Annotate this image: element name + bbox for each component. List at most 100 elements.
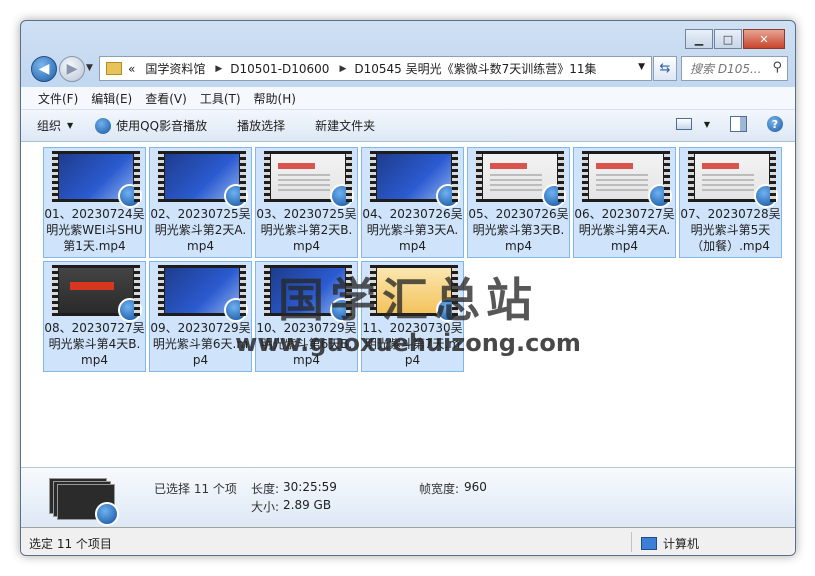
- forward-button[interactable]: ▶: [59, 56, 85, 82]
- menu-edit[interactable]: 编辑(E): [91, 90, 132, 107]
- qq-player-icon: [224, 184, 248, 208]
- frame-width-label: 帧宽度:: [419, 482, 460, 496]
- qq-player-icon: [648, 184, 672, 208]
- qq-player-icon: [330, 184, 354, 208]
- file-tile[interactable]: 07、20230728吴明光紫斗第5天（加餐）.mp4: [679, 147, 782, 258]
- qq-player-icon: [542, 184, 566, 208]
- file-name: 11、20230730吴明光紫斗第7天.mp4: [362, 321, 463, 367]
- menu-help[interactable]: 帮助(H): [254, 90, 296, 107]
- file-tile[interactable]: 08、20230727吴明光紫斗第4天B.mp4: [43, 261, 146, 372]
- change-view-icon[interactable]: [675, 118, 692, 130]
- qq-player-icon: [224, 298, 248, 322]
- file-tile[interactable]: 10、20230729吴明光紫斗第6天B.mp4: [255, 261, 358, 372]
- breadcrumb-item[interactable]: D10501-D10600: [230, 62, 329, 76]
- command-bar: 组织 ▼ 使用QQ影音播放 播放选择 新建文件夹 ▼ ?: [21, 110, 795, 142]
- chevron-down-icon[interactable]: ▼: [704, 120, 710, 129]
- length-value: 30:25:59: [283, 480, 337, 494]
- refresh-button[interactable]: ⇆: [653, 56, 677, 81]
- maximize-button[interactable]: □: [714, 29, 742, 49]
- computer-icon: [641, 537, 657, 550]
- qq-player-icon: [436, 298, 460, 322]
- menu-bar: 文件(F) 编辑(E) 查看(V) 工具(T) 帮助(H): [21, 87, 795, 110]
- selection-count: 已选择 11 个项: [154, 482, 237, 496]
- file-name: 08、20230727吴明光紫斗第4天B.mp4: [44, 321, 145, 367]
- minimize-button[interactable]: ▁: [685, 29, 713, 49]
- help-icon[interactable]: ?: [767, 116, 783, 132]
- file-tile[interactable]: 09、20230729吴明光紫斗第6天.mp4: [149, 261, 252, 372]
- qq-player-icon: [436, 184, 460, 208]
- navigation-bar: ◀ ▶ ▼ « 国学资料馆 ▶ D10501-D10600 ▶ D10545 吴…: [31, 55, 788, 83]
- play-selection-label: 播放选择: [237, 119, 286, 133]
- video-thumbnail: [52, 265, 142, 322]
- file-tile[interactable]: 04、20230726吴明光紫斗第3天A.mp4: [361, 147, 464, 258]
- file-name: 07、20230728吴明光紫斗第5天（加餐）.mp4: [680, 207, 781, 253]
- new-folder-button[interactable]: 新建文件夹: [315, 117, 375, 134]
- menu-tools[interactable]: 工具(T): [200, 90, 241, 107]
- video-thumbnail: [264, 265, 354, 322]
- new-folder-label: 新建文件夹: [315, 119, 376, 133]
- menu-file[interactable]: 文件(F): [38, 90, 78, 107]
- file-name: 06、20230727吴明光紫斗第4天A.mp4: [574, 207, 675, 253]
- organize-button[interactable]: 组织 ▼: [37, 117, 73, 134]
- qq-player-icon: [118, 184, 142, 208]
- folder-icon: [106, 62, 122, 75]
- qq-player-icon: [754, 184, 778, 208]
- file-name: 05、20230726吴明光紫斗第3天B.mp4: [468, 207, 569, 253]
- file-name: 04、20230726吴明光紫斗第3天A.mp4: [362, 207, 463, 253]
- file-tile[interactable]: 03、20230725吴明光紫斗第2天B.mp4: [255, 147, 358, 258]
- frame-width-value: 960: [464, 480, 487, 494]
- file-name: 01、20230724吴明光紫WEI斗SHU第1天.mp4: [44, 207, 145, 253]
- organize-label: 组织: [37, 119, 62, 133]
- menu-view[interactable]: 查看(V): [145, 90, 187, 107]
- file-tile[interactable]: 01、20230724吴明光紫WEI斗SHU第1天.mp4: [43, 147, 146, 258]
- chevron-down-icon[interactable]: ▼: [638, 62, 645, 72]
- search-box[interactable]: ⚲: [681, 56, 788, 81]
- status-computer-label: 计算机: [663, 537, 700, 551]
- breadcrumb-overflow[interactable]: «: [128, 62, 135, 76]
- address-bar[interactable]: « 国学资料馆 ▶ D10501-D10600 ▶ D10545 吴明光《紫微斗…: [99, 56, 652, 81]
- file-tile[interactable]: 06、20230727吴明光紫斗第4天A.mp4: [573, 147, 676, 258]
- video-thumbnail: [370, 151, 460, 208]
- play-selection-button[interactable]: 播放选择: [237, 117, 285, 134]
- video-thumbnail: [476, 151, 566, 208]
- status-divider: [631, 532, 632, 552]
- video-thumbnail: [688, 151, 778, 208]
- search-input[interactable]: [688, 60, 768, 77]
- breadcrumb-separator-icon[interactable]: ▶: [339, 64, 346, 74]
- file-tile[interactable]: 11、20230730吴明光紫斗第7天.mp4: [361, 261, 464, 372]
- file-name: 10、20230729吴明光紫斗第6天B.mp4: [256, 321, 357, 367]
- details-pane: 已选择 11 个项 长度: 30:25:59 大小: 2.89 GB 帧宽度: …: [21, 467, 795, 528]
- toolbar-right: ▼ ?: [675, 116, 783, 132]
- qq-player-icon: [118, 298, 142, 322]
- qq-player-icon: [95, 502, 119, 526]
- video-thumbnail: [158, 265, 248, 322]
- breadcrumb-item[interactable]: 国学资料馆: [145, 60, 205, 77]
- chevron-down-icon: ▼: [67, 121, 74, 130]
- arrow-right-icon: ▶: [66, 61, 78, 77]
- size-label: 大小:: [251, 500, 280, 514]
- file-tile[interactable]: 02、20230725吴明光紫斗第2天A.mp4: [149, 147, 252, 258]
- refresh-icon: ⇆: [659, 61, 671, 76]
- preview-pane-icon[interactable]: [730, 116, 747, 132]
- video-thumbnail: [158, 151, 248, 208]
- status-bar: 选定 11 个项目 计算机: [21, 527, 795, 555]
- arrow-left-icon: ◀: [38, 61, 50, 77]
- file-name: 09、20230729吴明光紫斗第6天.mp4: [150, 321, 251, 367]
- video-thumbnail: [582, 151, 672, 208]
- recent-pages-dropdown[interactable]: ▼: [86, 63, 93, 73]
- search-icon[interactable]: ⚲: [772, 60, 782, 75]
- size-value: 2.89 GB: [283, 498, 332, 512]
- file-tile[interactable]: 05、20230726吴明光紫斗第3天B.mp4: [467, 147, 570, 258]
- back-button[interactable]: ◀: [31, 56, 57, 82]
- file-name: 02、20230725吴明光紫斗第2天A.mp4: [150, 207, 251, 253]
- explorer-window: ▁ □ ✕ ◀ ▶ ▼ « 国学资料馆 ▶ D10501-D10600 ▶ D1…: [20, 20, 796, 556]
- qq-player-icon: [95, 117, 112, 134]
- qq-player-icon: [330, 298, 354, 322]
- close-button[interactable]: ✕: [743, 29, 785, 49]
- file-list: 01、20230724吴明光紫WEI斗SHU第1天.mp4 02、20230725…: [21, 142, 795, 467]
- play-with-qq-button[interactable]: 使用QQ影音播放: [95, 117, 207, 134]
- breadcrumb-separator-icon[interactable]: ▶: [215, 64, 222, 74]
- selection-thumbnail-stack: [49, 478, 121, 526]
- length-label: 长度:: [251, 482, 280, 496]
- breadcrumb-current[interactable]: D10545 吴明光《紫微斗数7天训练营》11集: [354, 60, 596, 77]
